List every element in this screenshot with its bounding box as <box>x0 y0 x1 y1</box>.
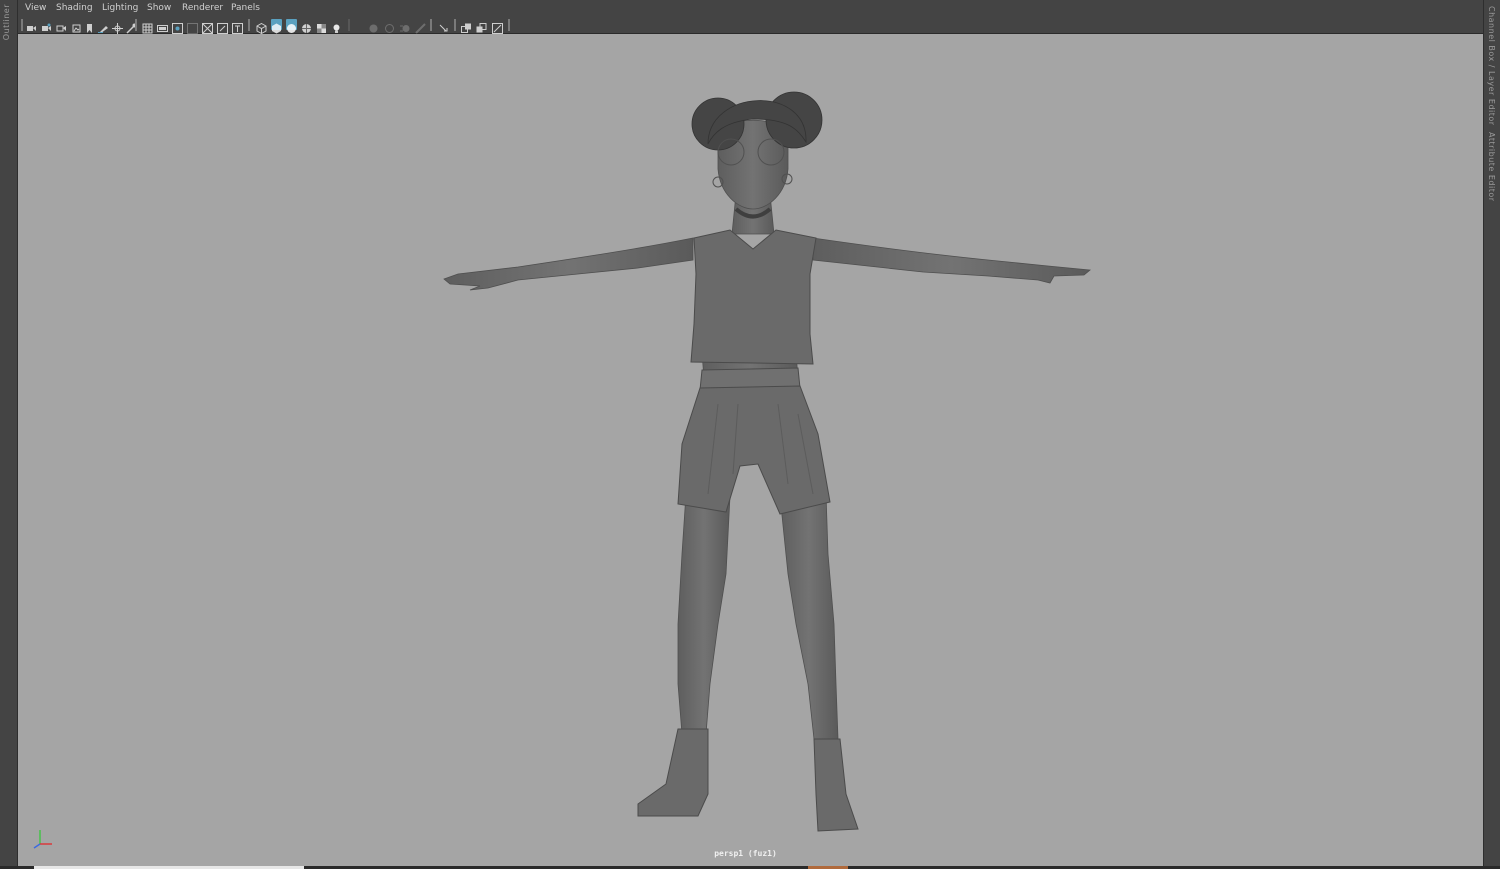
bookmark-camera-icon[interactable] <box>56 19 67 32</box>
outliner-collapsed-tab[interactable]: Outliner <box>0 0 18 869</box>
perspective-viewport[interactable]: persp1 (fuz1) <box>18 34 1483 867</box>
smooth-shade-icon[interactable] <box>271 19 282 34</box>
camera-attributes-icon[interactable] <box>41 19 52 31</box>
channel-box-tab[interactable]: Channel Box / Layer Editor <box>1487 6 1496 126</box>
screen-space-ao-icon[interactable] <box>384 19 395 33</box>
xray-icon[interactable] <box>476 19 487 33</box>
default-material-icon[interactable] <box>286 19 297 33</box>
depth-of-field-icon[interactable] <box>438 19 449 32</box>
menu-panels[interactable]: Panels <box>231 3 260 13</box>
toolbar-separator <box>508 19 510 31</box>
motion-blur-icon[interactable] <box>400 19 411 32</box>
menu-renderer[interactable]: Renderer <box>182 3 223 13</box>
shadows-icon[interactable] <box>368 19 379 33</box>
use-lights-icon[interactable] <box>331 19 342 33</box>
bookmark-icon[interactable] <box>84 19 95 33</box>
image-plane-icon[interactable] <box>71 19 82 33</box>
menu-view[interactable]: View <box>25 3 46 13</box>
outliner-tab-label: Outliner <box>2 4 11 41</box>
wireframe-on-shaded-icon[interactable] <box>301 19 312 33</box>
toolbar-separator <box>454 19 456 31</box>
character-model[interactable] <box>18 34 1483 867</box>
grease-pencil-icon[interactable] <box>98 19 109 33</box>
toolbar-separator <box>430 19 432 31</box>
panel-menubar: View Shading Lighting Show Renderer Pane… <box>18 0 1483 17</box>
toolbar-separator <box>135 19 137 31</box>
menu-lighting[interactable]: Lighting <box>102 3 138 13</box>
attribute-editor-tab[interactable]: Attribute Editor <box>1487 132 1496 202</box>
gate-mask-icon[interactable] <box>187 19 198 34</box>
wireframe-icon[interactable] <box>256 19 267 35</box>
viewport-panel: View Shading Lighting Show Renderer Pane… <box>18 0 1483 869</box>
field-chart-icon[interactable] <box>201 19 214 35</box>
safe-title-icon[interactable] <box>232 19 243 34</box>
xray-joints-icon[interactable] <box>492 19 503 34</box>
grid-icon[interactable] <box>142 19 153 34</box>
safe-action-icon[interactable] <box>217 19 228 34</box>
2d-pan-zoom-icon[interactable] <box>112 19 123 34</box>
right-panel-tabs: Channel Box / Layer Editor Attribute Edi… <box>1483 0 1500 869</box>
anti-aliasing-icon[interactable] <box>415 19 426 34</box>
film-gate-icon[interactable] <box>157 19 168 32</box>
textured-icon[interactable] <box>316 19 327 33</box>
select-camera-icon[interactable] <box>26 19 37 31</box>
toolbar-separator <box>348 19 350 31</box>
toolbar-separator <box>248 19 250 31</box>
view-axis-indicator <box>28 824 58 852</box>
menu-show[interactable]: Show <box>147 3 171 13</box>
panel-toolbar <box>18 17 1483 35</box>
menu-shading[interactable]: Shading <box>56 3 93 13</box>
resolution-gate-icon[interactable] <box>172 19 183 34</box>
isolate-select-icon[interactable] <box>461 19 472 33</box>
camera-name-label: persp1 (fuz1) <box>714 849 777 858</box>
toolbar-separator <box>21 19 23 31</box>
